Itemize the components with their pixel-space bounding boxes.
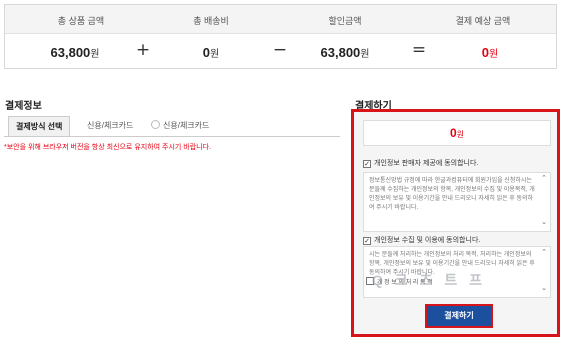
terms-seller-provide[interactable]: 정보통신망법 규정에 따라 한글과컴퓨터에 회원가입을 신청하시는 분들께 수집…: [363, 172, 551, 232]
equals-operator: =: [411, 40, 427, 60]
summary-values-row: 63,800원 + 0원 − 63,800원 = 0원: [5, 34, 556, 69]
agree-seller-provide[interactable]: ✓ 개인정보 판매자 제공에 동의합니다.: [363, 158, 478, 168]
expected-payment-amount: 0원: [481, 45, 499, 60]
check-icon[interactable]: ✓: [363, 237, 371, 245]
shipping-amount: 0원: [202, 45, 220, 60]
header-expected-payment: 결제 예상 금액: [455, 16, 511, 26]
tab-payment-method[interactable]: 결제방식 선택: [8, 116, 71, 136]
summary-header-row: 총 상품 금액 총 배송비 할인금액 결제 예상 금액: [5, 5, 556, 34]
plus-operator: +: [135, 40, 151, 60]
header-shipping: 총 배송비: [193, 16, 229, 26]
discount-amount: 63,800원: [320, 45, 370, 60]
scroll-up-icon[interactable]: ⌃: [540, 175, 548, 183]
payment-method-tabs: 결제방식 선택 신용/체크카드 신용/체크카드: [4, 116, 340, 137]
header-total-product: 총 상품 금액: [57, 16, 105, 26]
total-price-box: 0원: [363, 120, 551, 146]
header-discount: 할인금액: [328, 16, 362, 26]
scroll-up-icon[interactable]: ⌃: [540, 249, 548, 257]
security-notice: *보안을 위해 브라우저 버전을 항상 최신으로 유지하여 주시기 바랍니다.: [4, 144, 211, 151]
tab-credit-card-radio[interactable]: 신용/체크카드: [144, 116, 216, 136]
agree-collect-use[interactable]: ✓ 개인정보 수집 및 이용에 동의합니다.: [363, 235, 480, 245]
pay-button[interactable]: 결제하기: [425, 304, 493, 328]
radio-icon[interactable]: [151, 120, 160, 129]
minus-operator: −: [272, 40, 288, 60]
tab-credit-card[interactable]: 신용/체크카드: [80, 116, 140, 136]
total-product-amount: 63,800원: [50, 45, 100, 60]
payment-info-title: 결제정보: [5, 101, 42, 112]
chevron-down-icon[interactable]: ⌄: [540, 219, 548, 227]
watermark: Q 크 츠 트 프: [372, 272, 486, 288]
chevron-down-icon[interactable]: ⌄: [540, 285, 548, 293]
check-icon[interactable]: ✓: [363, 160, 371, 168]
checkout-panel: 0원 ✓ 개인정보 판매자 제공에 동의합니다. 정보통신망법 규정에 따라 한글…: [351, 109, 560, 337]
order-summary: 총 상품 금액 총 배송비 할인금액 결제 예상 금액 63,800원 + 0원…: [4, 4, 557, 69]
